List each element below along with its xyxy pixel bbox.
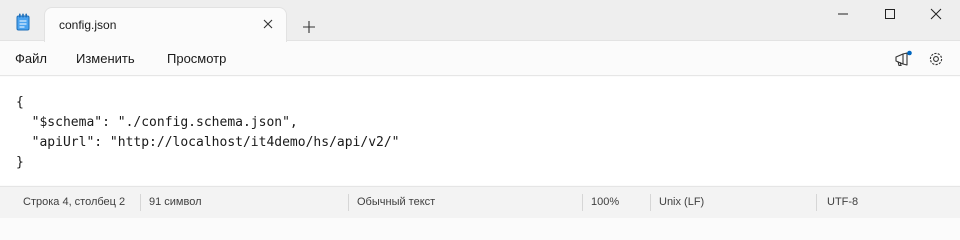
tab-title: config.json — [59, 18, 117, 32]
menu-edit[interactable]: Изменить — [76, 51, 135, 66]
close-icon[interactable] — [260, 16, 276, 32]
status-divider — [582, 194, 583, 211]
editor-line: } — [16, 155, 24, 170]
status-bar: Строка 4, столбец 2 91 символ Обычный те… — [0, 186, 960, 218]
editor-line: "$schema": "./config.schema.json", — [16, 115, 298, 130]
status-divider — [348, 194, 349, 211]
close-button[interactable] — [913, 0, 959, 32]
cursor-position: Строка 4, столбец 2 — [23, 196, 126, 208]
close-icon — [930, 7, 942, 25]
minimize-button[interactable] — [820, 0, 866, 32]
notepad-icon — [16, 13, 30, 31]
line-ending[interactable]: Unix (LF) — [659, 196, 704, 208]
megaphone-icon[interactable] — [893, 50, 913, 68]
status-divider — [816, 194, 817, 211]
character-count: 91 символ — [149, 196, 202, 208]
menu-bar: Файл Изменить Просмотр — [0, 42, 960, 76]
maximize-icon — [884, 7, 896, 25]
plus-icon[interactable] — [302, 20, 316, 34]
menu-file[interactable]: Файл — [15, 51, 47, 66]
menu-view[interactable]: Просмотр — [167, 51, 226, 66]
gear-icon[interactable] — [927, 50, 945, 68]
status-divider — [140, 194, 141, 211]
editor-line: { — [16, 95, 24, 110]
title-bar: config.json — [0, 0, 960, 42]
editor-line: "apiUrl": "http://localhost/it4demo/hs/a… — [16, 135, 400, 150]
zoom-level[interactable]: 100% — [591, 196, 619, 208]
editor-content[interactable]: { "$schema": "./config.schema.json", "ap… — [16, 93, 400, 173]
maximize-button[interactable] — [867, 0, 913, 32]
status-divider — [650, 194, 651, 211]
encoding[interactable]: UTF-8 — [827, 196, 858, 208]
minimize-icon — [837, 7, 849, 25]
tab-config-json[interactable]: config.json — [44, 7, 287, 42]
text-format: Обычный текст — [357, 196, 436, 208]
